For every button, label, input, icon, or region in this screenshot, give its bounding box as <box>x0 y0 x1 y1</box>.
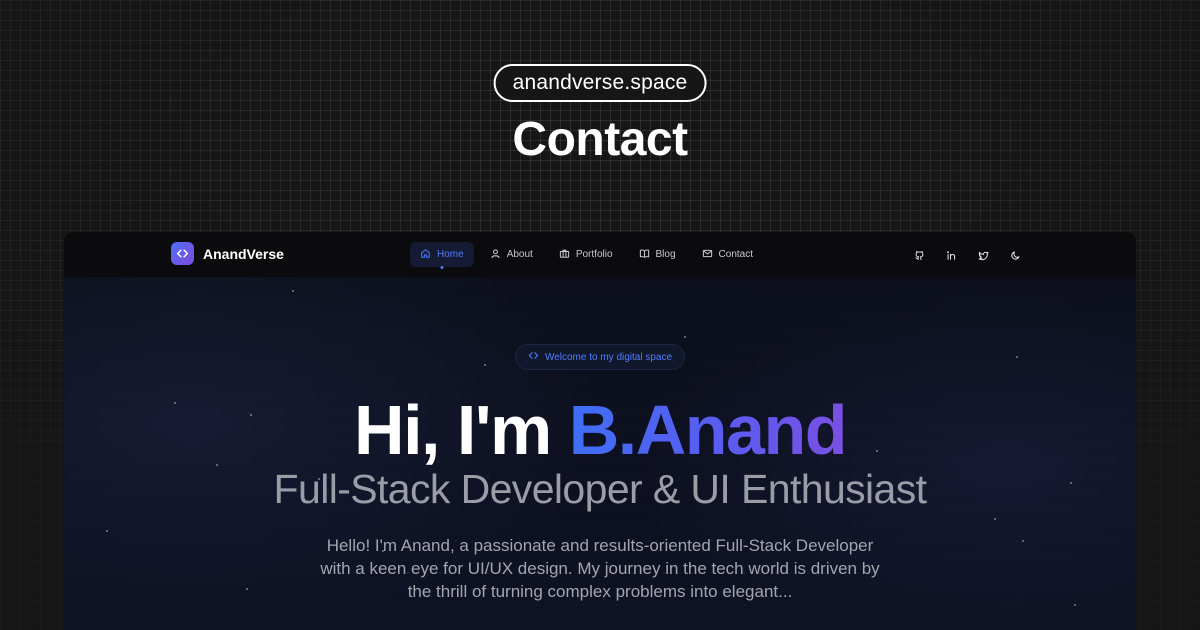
website-preview: AnandVerse Home About Portfolio Blog Con… <box>64 232 1136 630</box>
github-icon[interactable] <box>910 246 928 264</box>
nav-item-blog[interactable]: Blog <box>629 242 686 267</box>
hero-title: Hi, I'm B.Anand <box>64 390 1136 470</box>
nav-item-label: Blog <box>655 249 676 260</box>
main-navigation: Home About Portfolio Blog Contact <box>410 242 763 267</box>
site-navbar: AnandVerse Home About Portfolio Blog Con… <box>64 232 1136 277</box>
site-domain-pill: anandverse.space <box>493 64 707 102</box>
nav-item-label: Home <box>437 249 464 260</box>
welcome-badge: Welcome to my digital space <box>514 344 686 370</box>
nav-item-label: Contact <box>718 249 753 260</box>
navbar-actions <box>910 246 1024 264</box>
mail-icon <box>702 248 713 262</box>
hero-subtitle: Full-Stack Developer & UI Enthusiast <box>273 466 928 512</box>
page-title: Contact <box>512 113 688 166</box>
hero-description: Hello! I'm Anand, a passionate and resul… <box>320 536 880 601</box>
hero-title-name: B.Anand <box>568 391 848 469</box>
nav-item-home[interactable]: Home <box>410 242 474 267</box>
hero-title-greeting: Hi, I'm <box>354 391 569 469</box>
code-brackets-icon <box>171 242 194 265</box>
nav-item-label: About <box>506 249 533 260</box>
twitter-icon[interactable] <box>974 246 992 264</box>
nav-item-contact[interactable]: Contact <box>692 242 763 267</box>
moon-icon[interactable] <box>1006 246 1024 264</box>
linkedin-icon[interactable] <box>942 246 960 264</box>
nav-item-label: Portfolio <box>575 249 613 260</box>
nav-item-about[interactable]: About <box>480 242 543 267</box>
user-icon <box>490 248 501 262</box>
brand-logo[interactable]: AnandVerse <box>171 242 284 265</box>
code-brackets-icon <box>528 350 539 364</box>
brand-name: AnandVerse <box>203 245 284 262</box>
briefcase-icon <box>559 248 570 262</box>
home-icon <box>420 248 431 262</box>
nav-item-portfolio[interactable]: Portfolio <box>549 242 623 267</box>
welcome-badge-label: Welcome to my digital space <box>544 351 673 363</box>
book-open-icon <box>639 248 650 262</box>
